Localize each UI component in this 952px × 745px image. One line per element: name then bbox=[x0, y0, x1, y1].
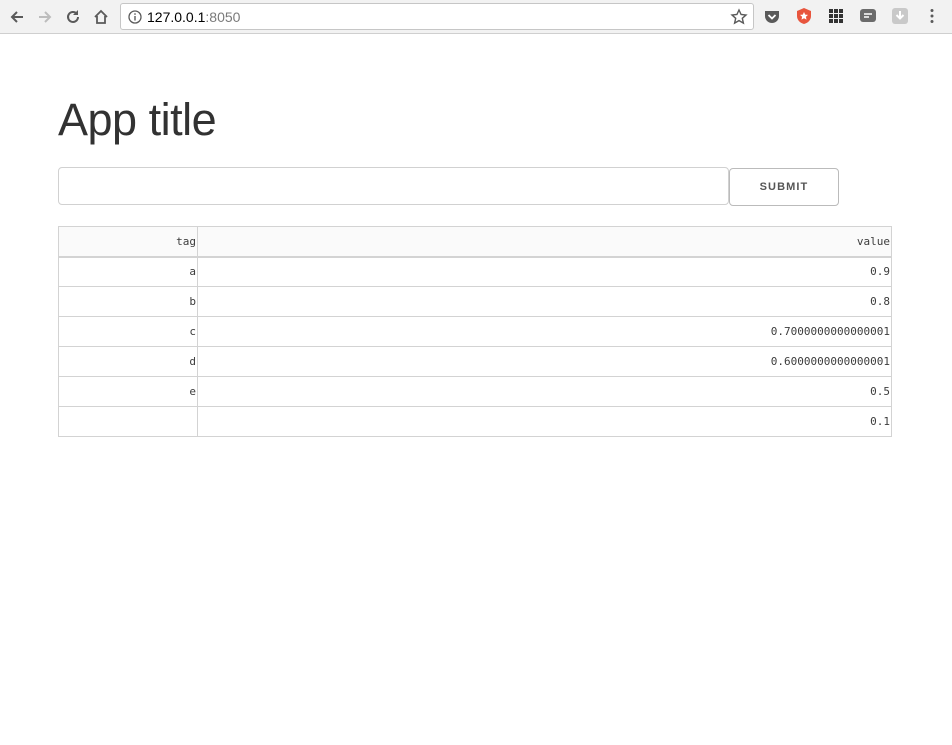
info-icon[interactable] bbox=[128, 10, 142, 24]
url-port: :8050 bbox=[205, 9, 241, 25]
table-row: d 0.6000000000000001 bbox=[58, 346, 892, 377]
pocket-extension-button[interactable] bbox=[763, 7, 781, 25]
arrow-right-icon bbox=[39, 11, 52, 23]
address-bar[interactable]: 127.0.0.1:8050 bbox=[120, 3, 754, 30]
text-input[interactable] bbox=[58, 167, 729, 205]
shield-icon bbox=[797, 8, 811, 24]
tag-cell[interactable]: c bbox=[58, 316, 198, 347]
table-row: a 0.9 bbox=[58, 256, 892, 287]
apps-extension-button[interactable] bbox=[827, 7, 845, 25]
back-button[interactable] bbox=[6, 6, 28, 28]
reload-icon bbox=[67, 10, 79, 23]
chat-bubble-icon bbox=[860, 9, 876, 22]
kebab-menu-icon bbox=[930, 9, 934, 23]
column-header-value[interactable]: value bbox=[197, 226, 892, 258]
column-header-tag[interactable]: tag bbox=[58, 226, 198, 258]
reload-button[interactable] bbox=[62, 6, 84, 28]
table-row: e 0.5 bbox=[58, 376, 892, 407]
table-row: 0.1 bbox=[58, 406, 892, 437]
grid-icon bbox=[829, 9, 843, 23]
value-cell[interactable]: 0.5 bbox=[197, 376, 892, 407]
tag-cell[interactable]: e bbox=[58, 376, 198, 407]
home-button[interactable] bbox=[90, 6, 112, 28]
table-row: c 0.7000000000000001 bbox=[58, 316, 892, 347]
table-header-row: tag value bbox=[58, 226, 892, 258]
value-cell[interactable]: 0.1 bbox=[197, 406, 892, 437]
arrow-left-icon bbox=[10, 11, 23, 23]
tag-cell[interactable]: a bbox=[58, 256, 198, 287]
tag-cell[interactable]: d bbox=[58, 346, 198, 377]
url-host: 127.0.0.1 bbox=[147, 9, 206, 25]
page-title: App title bbox=[58, 94, 217, 145]
bookmark-star-icon[interactable] bbox=[730, 8, 748, 26]
pocket-icon bbox=[765, 11, 779, 23]
value-cell[interactable]: 0.6000000000000001 bbox=[197, 346, 892, 377]
download-extension-button[interactable] bbox=[891, 7, 909, 25]
value-cell[interactable]: 0.9 bbox=[197, 256, 892, 287]
table-row: b 0.8 bbox=[58, 286, 892, 317]
value-cell[interactable]: 0.7000000000000001 bbox=[197, 316, 892, 347]
data-table: tag value a 0.9 b 0.8 c 0.70000000000000… bbox=[58, 226, 892, 437]
menu-button[interactable] bbox=[923, 7, 941, 25]
browser-toolbar: 127.0.0.1:8050 bbox=[0, 0, 952, 34]
chat-extension-button[interactable] bbox=[859, 7, 877, 25]
value-cell[interactable]: 0.8 bbox=[197, 286, 892, 317]
url-text: 127.0.0.1:8050 bbox=[147, 9, 240, 25]
forward-button[interactable] bbox=[34, 6, 56, 28]
home-icon bbox=[94, 9, 108, 24]
download-icon bbox=[892, 8, 908, 24]
shield-extension-button[interactable] bbox=[795, 7, 813, 25]
submit-button[interactable]: SUBMIT bbox=[729, 168, 839, 206]
tag-cell[interactable] bbox=[58, 406, 198, 437]
tag-cell[interactable]: b bbox=[58, 286, 198, 317]
